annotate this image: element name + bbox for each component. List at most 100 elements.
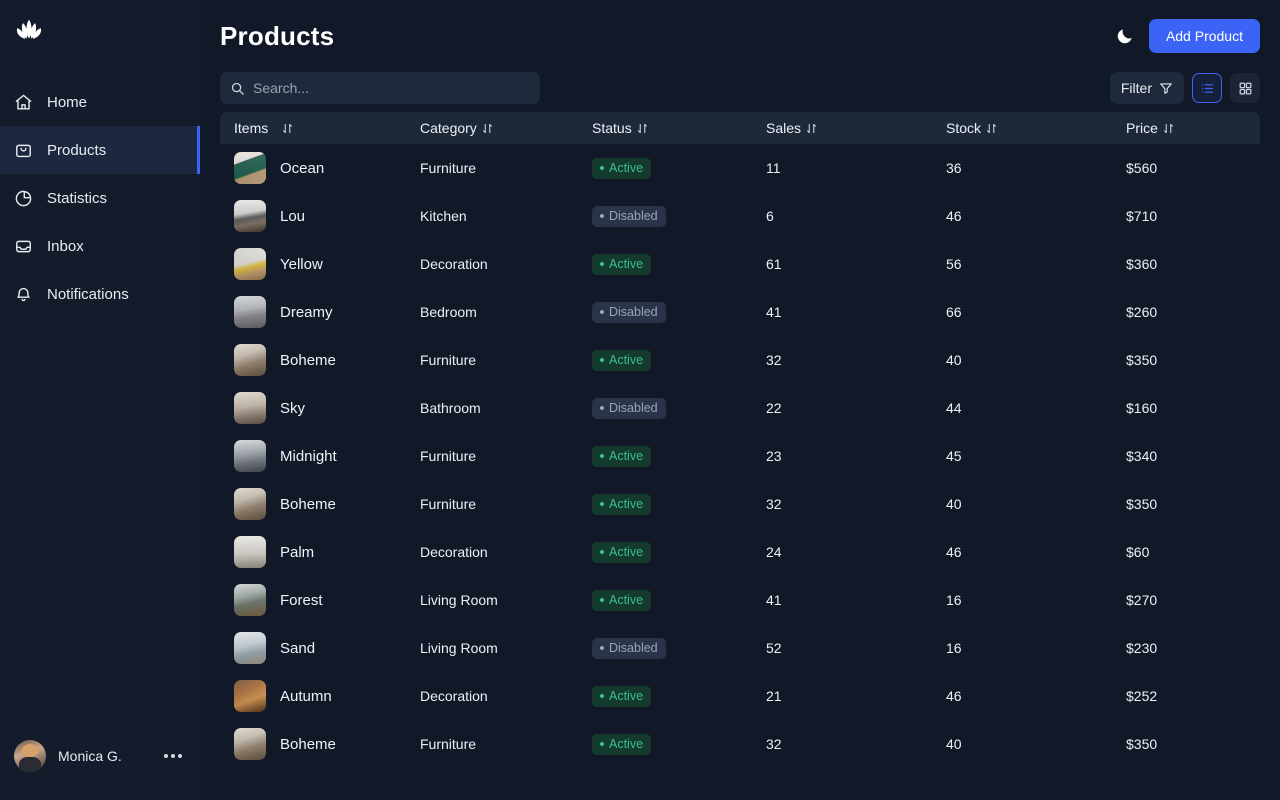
cell-price: $252 <box>1126 688 1274 704</box>
product-thumbnail <box>234 392 266 424</box>
sort-icon <box>482 123 493 134</box>
grid-view-button[interactable] <box>1230 73 1260 103</box>
status-badge: Disabled <box>592 398 666 419</box>
moon-icon[interactable] <box>1115 26 1135 46</box>
status-dot-icon <box>600 646 604 650</box>
cell-status: Disabled <box>592 397 766 419</box>
grid-view-icon <box>1238 81 1253 96</box>
toolbar: Filter <box>220 64 1260 112</box>
status-label: Disabled <box>609 401 658 415</box>
column-label: Price <box>1126 120 1158 136</box>
table-row[interactable]: MidnightFurnitureActive2345$340 <box>220 432 1260 480</box>
product-name: Boheme <box>280 736 336 753</box>
cell-price: $350 <box>1126 352 1274 368</box>
sidebar-nav: Home Products Statistics Inbox <box>0 78 200 318</box>
status-dot-icon <box>600 502 604 506</box>
cell-sales: 24 <box>766 544 946 560</box>
cell-status: Active <box>592 349 766 371</box>
table-row[interactable]: DreamyBedroomDisabled4166$260 <box>220 288 1260 336</box>
column-header-price[interactable]: Price <box>1126 120 1274 136</box>
cell-sales: 41 <box>766 592 946 608</box>
sidebar-item-statistics[interactable]: Statistics <box>0 174 200 222</box>
sidebar-user-footer[interactable]: Monica G. <box>0 726 200 800</box>
list-view-button[interactable] <box>1192 73 1222 103</box>
table-row[interactable]: ForestLiving RoomActive4116$270 <box>220 576 1260 624</box>
sidebar-item-home[interactable]: Home <box>0 78 200 126</box>
cell-sales: 21 <box>766 688 946 704</box>
filter-label: Filter <box>1121 80 1152 96</box>
product-thumbnail <box>234 584 266 616</box>
sort-icon <box>282 123 293 134</box>
cell-status: Active <box>592 493 766 515</box>
cell-price: $260 <box>1126 304 1274 320</box>
sidebar-item-label: Notifications <box>47 287 129 302</box>
cell-item: Dreamy <box>234 296 420 328</box>
cell-category: Decoration <box>420 256 592 272</box>
bell-icon <box>14 285 33 304</box>
table-row[interactable]: AutumnDecorationActive2146$252 <box>220 672 1260 720</box>
product-name: Lou <box>280 208 305 225</box>
cell-category: Furniture <box>420 448 592 464</box>
column-header-items[interactable]: Items <box>234 120 420 136</box>
status-label: Active <box>609 257 643 271</box>
sidebar-item-products[interactable]: Products <box>0 126 200 174</box>
cell-category: Decoration <box>420 544 592 560</box>
table-row[interactable]: BohemeFurnitureActive3240$350 <box>220 720 1260 768</box>
table-header-row: Items Category Status Sales Stock Price <box>220 112 1260 144</box>
status-label: Active <box>609 353 643 367</box>
cell-status: Active <box>592 157 766 179</box>
column-header-category[interactable]: Category <box>420 120 592 136</box>
cell-item: Midnight <box>234 440 420 472</box>
avatar <box>14 740 46 772</box>
cell-item: Palm <box>234 536 420 568</box>
product-name: Dreamy <box>280 304 333 321</box>
table-row[interactable]: SandLiving RoomDisabled5216$230 <box>220 624 1260 672</box>
table-row[interactable]: PalmDecorationActive2446$60 <box>220 528 1260 576</box>
status-label: Active <box>609 161 643 175</box>
add-product-button[interactable]: Add Product <box>1149 19 1260 53</box>
cell-status: Active <box>592 589 766 611</box>
more-horizontal-icon[interactable] <box>160 748 186 764</box>
cell-sales: 52 <box>766 640 946 656</box>
product-thumbnail <box>234 728 266 760</box>
cell-status: Active <box>592 541 766 563</box>
filter-button[interactable]: Filter <box>1110 72 1184 104</box>
table-row[interactable]: LouKitchenDisabled646$710 <box>220 192 1260 240</box>
column-label: Sales <box>766 120 801 136</box>
cell-sales: 11 <box>766 160 946 176</box>
table-row[interactable]: BohemeFurnitureActive3240$350 <box>220 480 1260 528</box>
status-badge: Disabled <box>592 638 666 659</box>
search-input[interactable] <box>253 72 530 104</box>
product-thumbnail <box>234 488 266 520</box>
column-header-status[interactable]: Status <box>592 120 766 136</box>
sidebar-item-inbox[interactable]: Inbox <box>0 222 200 270</box>
cell-status: Active <box>592 253 766 275</box>
table-row[interactable]: SkyBathroomDisabled2244$160 <box>220 384 1260 432</box>
cell-stock: 40 <box>946 496 1126 512</box>
status-badge: Active <box>592 350 651 371</box>
status-dot-icon <box>600 166 604 170</box>
product-thumbnail <box>234 152 266 184</box>
table-row[interactable]: OceanFurnitureActive1136$560 <box>220 144 1260 192</box>
status-label: Disabled <box>609 305 658 319</box>
cell-status: Active <box>592 733 766 755</box>
cell-price: $350 <box>1126 736 1274 752</box>
column-header-stock[interactable]: Stock <box>946 120 1126 136</box>
status-dot-icon <box>600 406 604 410</box>
column-label: Stock <box>946 120 981 136</box>
table-row[interactable]: YellowDecorationActive6156$360 <box>220 240 1260 288</box>
user-name: Monica G. <box>58 748 148 764</box>
search-box[interactable] <box>220 72 540 104</box>
column-header-sales[interactable]: Sales <box>766 120 946 136</box>
cell-price: $710 <box>1126 208 1274 224</box>
cell-sales: 61 <box>766 256 946 272</box>
table-row[interactable]: BohemeFurnitureActive3240$350 <box>220 336 1260 384</box>
brand-logo[interactable] <box>0 0 200 60</box>
cell-price: $230 <box>1126 640 1274 656</box>
product-thumbnail <box>234 296 266 328</box>
lotus-logo-icon <box>14 17 44 43</box>
cell-sales: 6 <box>766 208 946 224</box>
cell-item: Ocean <box>234 152 420 184</box>
toolbar-actions: Filter <box>1110 72 1260 104</box>
sidebar-item-notifications[interactable]: Notifications <box>0 270 200 318</box>
